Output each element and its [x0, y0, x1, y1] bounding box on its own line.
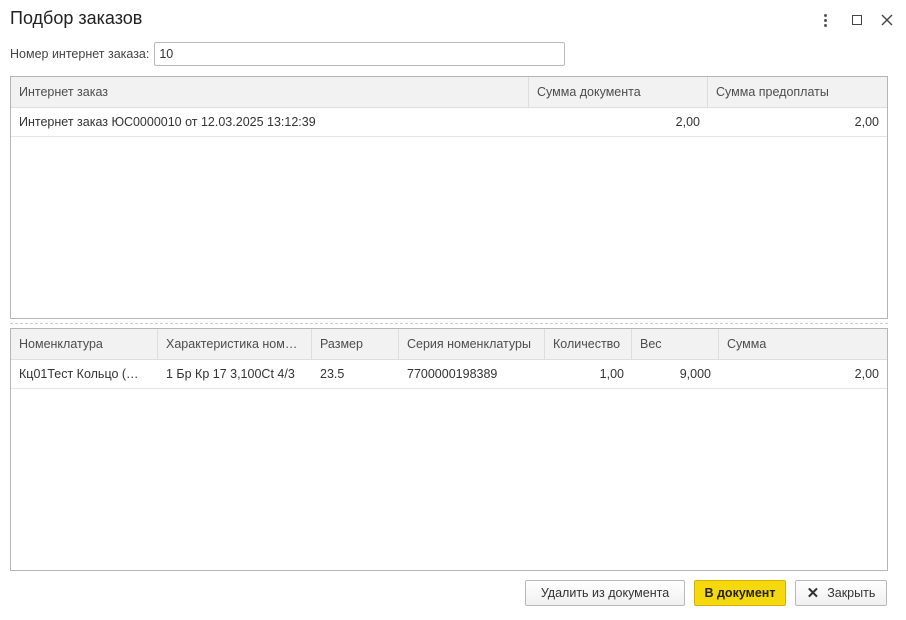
close-button-label: Закрыть [827, 586, 876, 600]
order-cell: Интернет заказ ЮС0000010 от 12.03.2025 1… [19, 115, 316, 129]
orders-table[interactable]: Интернет заказ Сумма документа Сумма пре… [10, 76, 888, 319]
prepayment-sum-cell: 2,00 [854, 115, 879, 129]
column-header-quantity[interactable]: Количество [545, 329, 632, 360]
column-header-prepayment-sum[interactable]: Сумма предоплаты [708, 77, 887, 108]
quantity-cell: 1,00 [599, 367, 624, 381]
series-cell: 7700000198389 [407, 367, 498, 381]
remove-from-document-button[interactable]: Удалить из документа [525, 580, 685, 606]
column-header-characteristic[interactable]: Характеристика ном… [158, 329, 312, 360]
document-sum-cell: 2,00 [675, 115, 700, 129]
weight-cell: 9,000 [679, 367, 711, 381]
table-row[interactable]: Интернет заказ ЮС0000010 от 12.03.2025 1… [11, 108, 887, 137]
more-vertical-icon[interactable] [816, 11, 834, 29]
sum-cell: 2,00 [854, 367, 879, 381]
order-number-input[interactable] [154, 42, 566, 66]
characteristic-cell: 1 Бр Кр 17 3,100Ct 4/3 [166, 367, 295, 381]
maximize-icon[interactable] [848, 11, 866, 29]
title-bar: Подбор заказов [0, 0, 906, 40]
window-title: Подбор заказов [10, 8, 143, 28]
close-icon[interactable] [878, 11, 896, 29]
column-header-nomenclature[interactable]: Номенклатура [11, 329, 158, 360]
nomenclature-cell: Кц01Тест Кольцо (… [19, 367, 139, 381]
column-header-weight[interactable]: Вес [632, 329, 719, 360]
column-header-order[interactable]: Интернет заказ [11, 77, 529, 108]
column-header-series[interactable]: Серия номенклатуры [399, 329, 545, 360]
orders-table-header: Интернет заказ Сумма документа Сумма пре… [11, 77, 887, 108]
add-to-document-button[interactable]: В документ [694, 580, 786, 606]
column-header-document-sum[interactable]: Сумма документа [529, 77, 708, 108]
splitter[interactable] [10, 323, 888, 324]
table-row[interactable]: Кц01Тест Кольцо (… 1 Бр Кр 17 3,100Ct 4/… [11, 360, 887, 389]
size-cell: 23.5 [320, 367, 345, 381]
items-table-header: Номенклатура Характеристика ном… Размер … [11, 329, 887, 360]
column-header-sum[interactable]: Сумма [719, 329, 887, 360]
column-header-size[interactable]: Размер [312, 329, 399, 360]
order-number-label: Номер интернет заказа: [10, 47, 150, 61]
close-button[interactable]: ✕ Закрыть [795, 580, 887, 606]
close-icon: ✕ [806, 585, 820, 602]
items-table[interactable]: Номенклатура Характеристика ном… Размер … [10, 328, 888, 571]
order-number-filter: Номер интернет заказа: [10, 42, 566, 66]
